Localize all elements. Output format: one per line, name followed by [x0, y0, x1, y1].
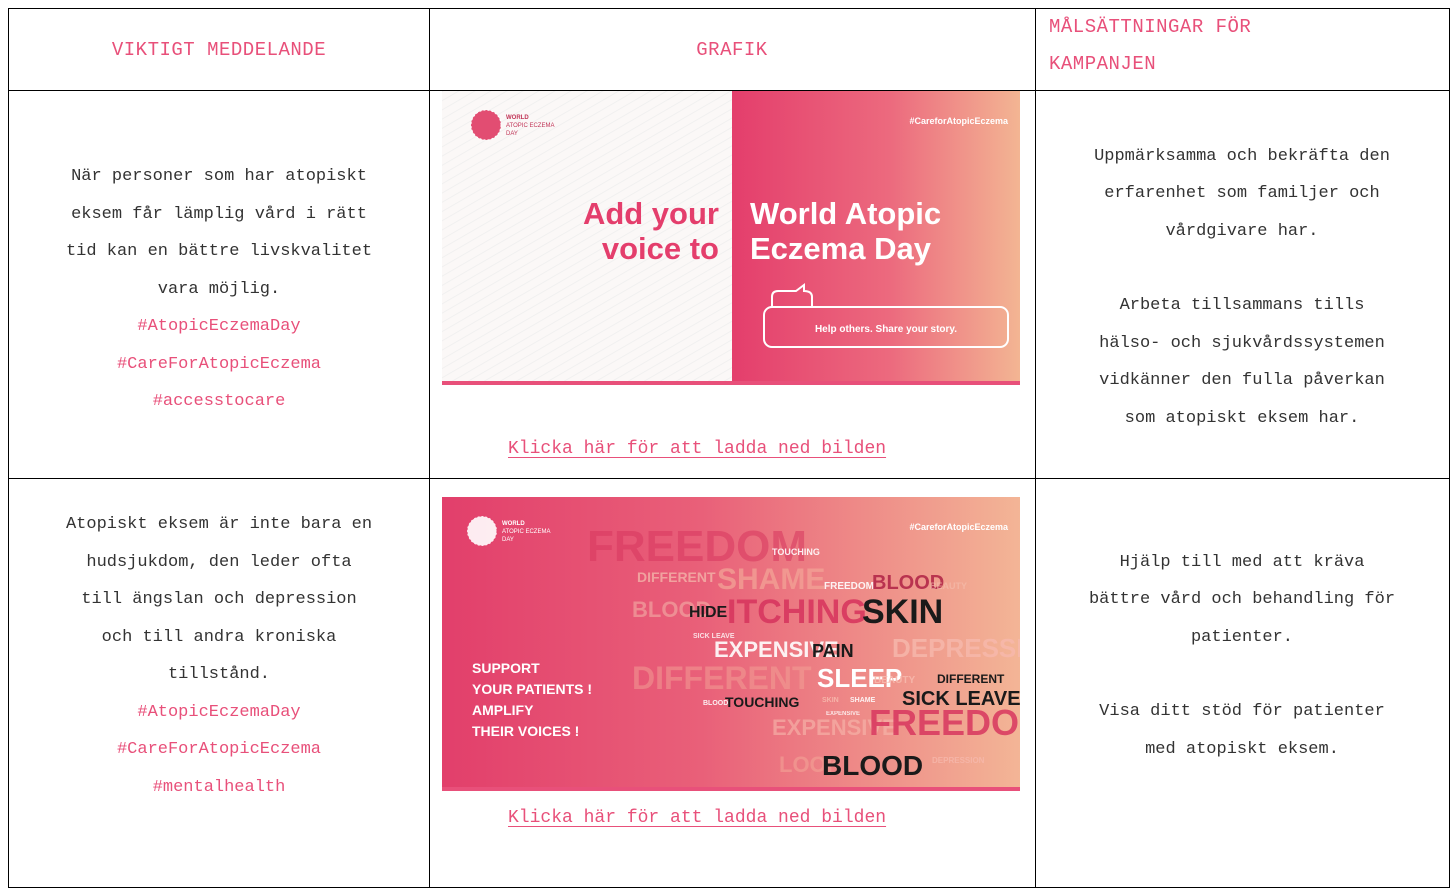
banner-word-cloud[interactable]: WORLD ATOPIC ECZEMA DAY #CareforAtopicEc… — [442, 497, 1020, 787]
goal-line: erfarenhet som familjer och — [1104, 184, 1380, 204]
goal-line: Arbeta tillsammans tills — [1119, 296, 1365, 316]
message-line: tid kan en bättre livskvalitet — [65, 242, 373, 262]
banner-right-text: Eczema Day — [750, 231, 932, 266]
hashtag[interactable]: #accesstocare — [153, 383, 286, 421]
banner-logo-text: ATOPIC ECZEMA — [506, 123, 554, 129]
goal-line: Visa ditt stöd för patienter — [1099, 702, 1385, 722]
word-cloud-word: BEAUTY — [930, 581, 967, 591]
row1-message-cell: När personer som har atopiskt eksem får … — [9, 91, 429, 478]
banner-left-text: Add your — [583, 196, 719, 231]
word-cloud-word: SKIN — [862, 593, 943, 631]
row2-goals-cell: Hjälp till med att kräva bättre vård och… — [1035, 479, 1449, 873]
word-cloud-word: FREEDOM — [869, 702, 1020, 743]
row2-message-cell: Atopiskt eksem är inte bara en hudsjukdo… — [9, 479, 429, 873]
row1-message: När personer som har atopiskt eksem får … — [66, 158, 372, 308]
goal-line: bättre vård och behandling för — [1088, 590, 1396, 610]
download-image-link[interactable]: Klicka här för att ladda ned bilden — [508, 439, 886, 459]
goal-line: Uppmärksamma och bekräfta den — [1094, 146, 1390, 166]
banner-add-your-voice-graphic: WORLD ATOPIC ECZEMA DAY #CareforAtopicEc… — [442, 91, 1020, 381]
hashtag[interactable]: #CareForAtopicEczema — [117, 346, 321, 384]
message-line: eksem får lämplig vård i rätt — [71, 204, 367, 224]
banner-logo-text: WORLD — [502, 521, 525, 527]
message-line: När personer som har atopiskt — [71, 167, 367, 187]
globe-logo-icon — [466, 515, 498, 547]
word-cloud-word: ITCHING — [727, 593, 867, 631]
message-line: till ängslan och depression — [81, 590, 357, 609]
hashtag[interactable]: #CareForAtopicEczema — [117, 731, 321, 769]
goal-line: som atopiskt eksem har. — [1124, 408, 1360, 428]
banner-underline — [442, 381, 1020, 385]
banner-hashtag: #CareforAtopicEczema — [909, 522, 1009, 532]
banner-logo-text: WORLD — [506, 115, 529, 121]
goal-line: patienter. — [1190, 627, 1294, 647]
word-cloud-word: PAIN — [812, 641, 854, 661]
word-cloud-word: SHAME — [717, 563, 825, 596]
campaign-table: VIKTIGT MEDDELANDE GRAFIK MÅLSÄTTNINGAR … — [8, 8, 1450, 888]
hashtag[interactable]: #AtopicEczemaDay — [137, 308, 300, 346]
message-line: vara möjlig. — [157, 279, 281, 299]
banner-left-text: voice to — [602, 231, 719, 266]
header-message: VIKTIGT MEDDELANDE — [9, 9, 429, 90]
word-cloud-word: BEAUTY — [874, 675, 915, 686]
support-text: THEIR VOICES ! — [472, 723, 579, 739]
row1-goals-cell: Uppmärksamma och bekräfta den erfarenhet… — [1035, 91, 1449, 478]
word-cloud-word: BLOOD — [822, 750, 923, 781]
word-cloud-word: SKIN — [822, 697, 839, 704]
goal-line: med atopiskt eksem. — [1145, 739, 1339, 759]
banner-add-your-voice[interactable]: WORLD ATOPIC ECZEMA DAY #CareforAtopicEc… — [442, 91, 1020, 381]
globe-logo-icon — [470, 109, 502, 141]
hashtag[interactable]: #mentalhealth — [153, 769, 286, 807]
banner-word-cloud-graphic: WORLD ATOPIC ECZEMA DAY #CareforAtopicEc… — [442, 497, 1020, 787]
download-image-link[interactable]: Klicka här för att ladda ned bilden — [508, 808, 886, 828]
message-line: tillstånd. — [167, 665, 271, 684]
row2-message: Atopiskt eksem är inte bara en hudsjukdo… — [66, 506, 372, 694]
header-graphic-label: GRAFIK — [696, 38, 768, 61]
goal-line: Hjälp till med att kräva — [1119, 552, 1365, 572]
header-message-label: VIKTIGT MEDDELANDE — [111, 38, 327, 61]
word-cloud-word: DIFFERENT — [637, 569, 716, 585]
goal-line: vårdgivare har. — [1165, 221, 1319, 241]
word-cloud-word: DIFFERENT — [937, 672, 1005, 686]
support-text: AMPLIFY — [472, 702, 534, 718]
header-goals: MÅLSÄTTNINGAR FÖR KAMPANJEN — [1035, 9, 1449, 90]
banner-right-text: World Atopic — [750, 196, 941, 231]
message-line: hudsjukdom, den leder ofta — [86, 552, 352, 572]
hashtag[interactable]: #AtopicEczemaDay — [137, 694, 300, 732]
header-goals-line: KAMPANJEN — [1049, 53, 1157, 75]
header-goals-line: MÅLSÄTTNINGAR FÖR — [1049, 16, 1252, 38]
column-divider — [429, 9, 430, 887]
support-text: SUPPORT — [472, 660, 540, 676]
goal-line: vidkänner den fulla påverkan — [1099, 371, 1385, 391]
header-graphic: GRAFIK — [429, 9, 1035, 90]
banner-logo-text: DAY — [506, 131, 518, 137]
goal-line: hälso- och sjukvårdssystemen — [1099, 333, 1385, 353]
message-line: Atopiskt eksem är inte bara en — [65, 515, 373, 534]
word-cloud-word: HIDE — [689, 604, 728, 621]
word-cloud-word: DEPRESSION — [892, 633, 1020, 663]
banner-bubble-text: Help others. Share your story. — [815, 324, 957, 335]
banner-logo-text: DAY — [502, 537, 514, 543]
message-line: och till andra kroniska — [101, 627, 337, 647]
word-cloud-word: DEPRESSION — [932, 756, 985, 765]
banner-hashtag: #CareforAtopicEczema — [909, 116, 1009, 126]
word-cloud-word: TOUCHING — [725, 694, 800, 710]
banner-underline — [442, 787, 1020, 791]
banner-logo-text: ATOPIC ECZEMA — [502, 529, 550, 535]
word-cloud-word: DIFFERENT — [632, 660, 812, 696]
support-text: YOUR PATIENTS ! — [472, 681, 592, 697]
word-cloud-word: FREEDOM — [824, 581, 874, 592]
word-cloud-word: TOUCHING — [772, 547, 820, 557]
